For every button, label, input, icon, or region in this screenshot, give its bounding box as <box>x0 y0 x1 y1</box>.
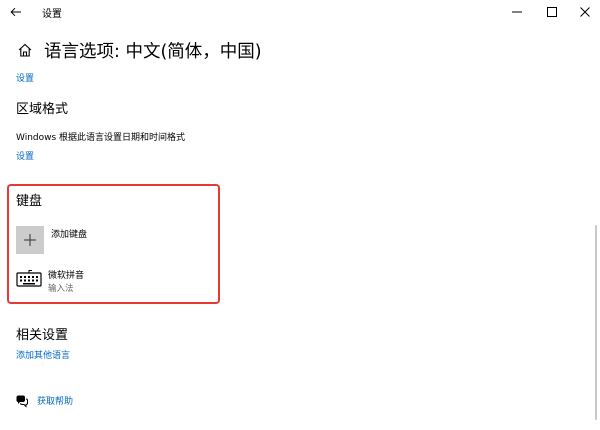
keyboard-item-name[interactable]: 微软拼音 <box>48 268 84 281</box>
add-keyboard-label[interactable]: 添加键盘 <box>51 227 87 240</box>
region-format-heading: 区域格式 <box>16 102 69 117</box>
keyboard-item-icon <box>16 269 42 289</box>
back-button[interactable] <box>6 3 26 21</box>
plus-icon <box>24 234 36 246</box>
minimize-button[interactable] <box>500 0 534 24</box>
back-arrow-icon <box>10 7 21 17</box>
region-format-settings-link[interactable]: 设置 <box>16 149 34 162</box>
minimize-icon <box>512 11 522 13</box>
region-format-description: Windows 根据此语言设置日期和时间格式 <box>16 133 186 143</box>
home-icon <box>18 43 32 57</box>
scrollbar[interactable] <box>595 225 597 420</box>
keyboard-heading: 键盘 <box>16 194 43 209</box>
page-header: 语言选项: 中文(简体，中国) <box>16 38 262 62</box>
close-icon <box>580 7 590 17</box>
maximize-button[interactable] <box>535 0 569 24</box>
get-help-link[interactable]: 获取帮助 <box>37 394 73 407</box>
maximize-icon <box>547 7 557 17</box>
close-button[interactable] <box>568 0 600 24</box>
keyboard-icon <box>16 270 42 287</box>
page-title: 语言选项: 中文(简体，中国) <box>44 41 262 62</box>
add-keyboard-button[interactable] <box>16 226 44 254</box>
home-button[interactable] <box>16 41 34 59</box>
settings-link-top[interactable]: 设置 <box>16 71 34 84</box>
app-title: 设置 <box>42 9 62 20</box>
help-chat-icon <box>16 395 28 408</box>
keyboard-item-type: 输入法 <box>48 284 74 294</box>
title-bar: 设置 <box>0 0 600 24</box>
help-icon-wrapper[interactable] <box>15 393 29 408</box>
add-language-link[interactable]: 添加其他语言 <box>16 348 70 361</box>
related-settings-heading: 相关设置 <box>16 328 69 343</box>
